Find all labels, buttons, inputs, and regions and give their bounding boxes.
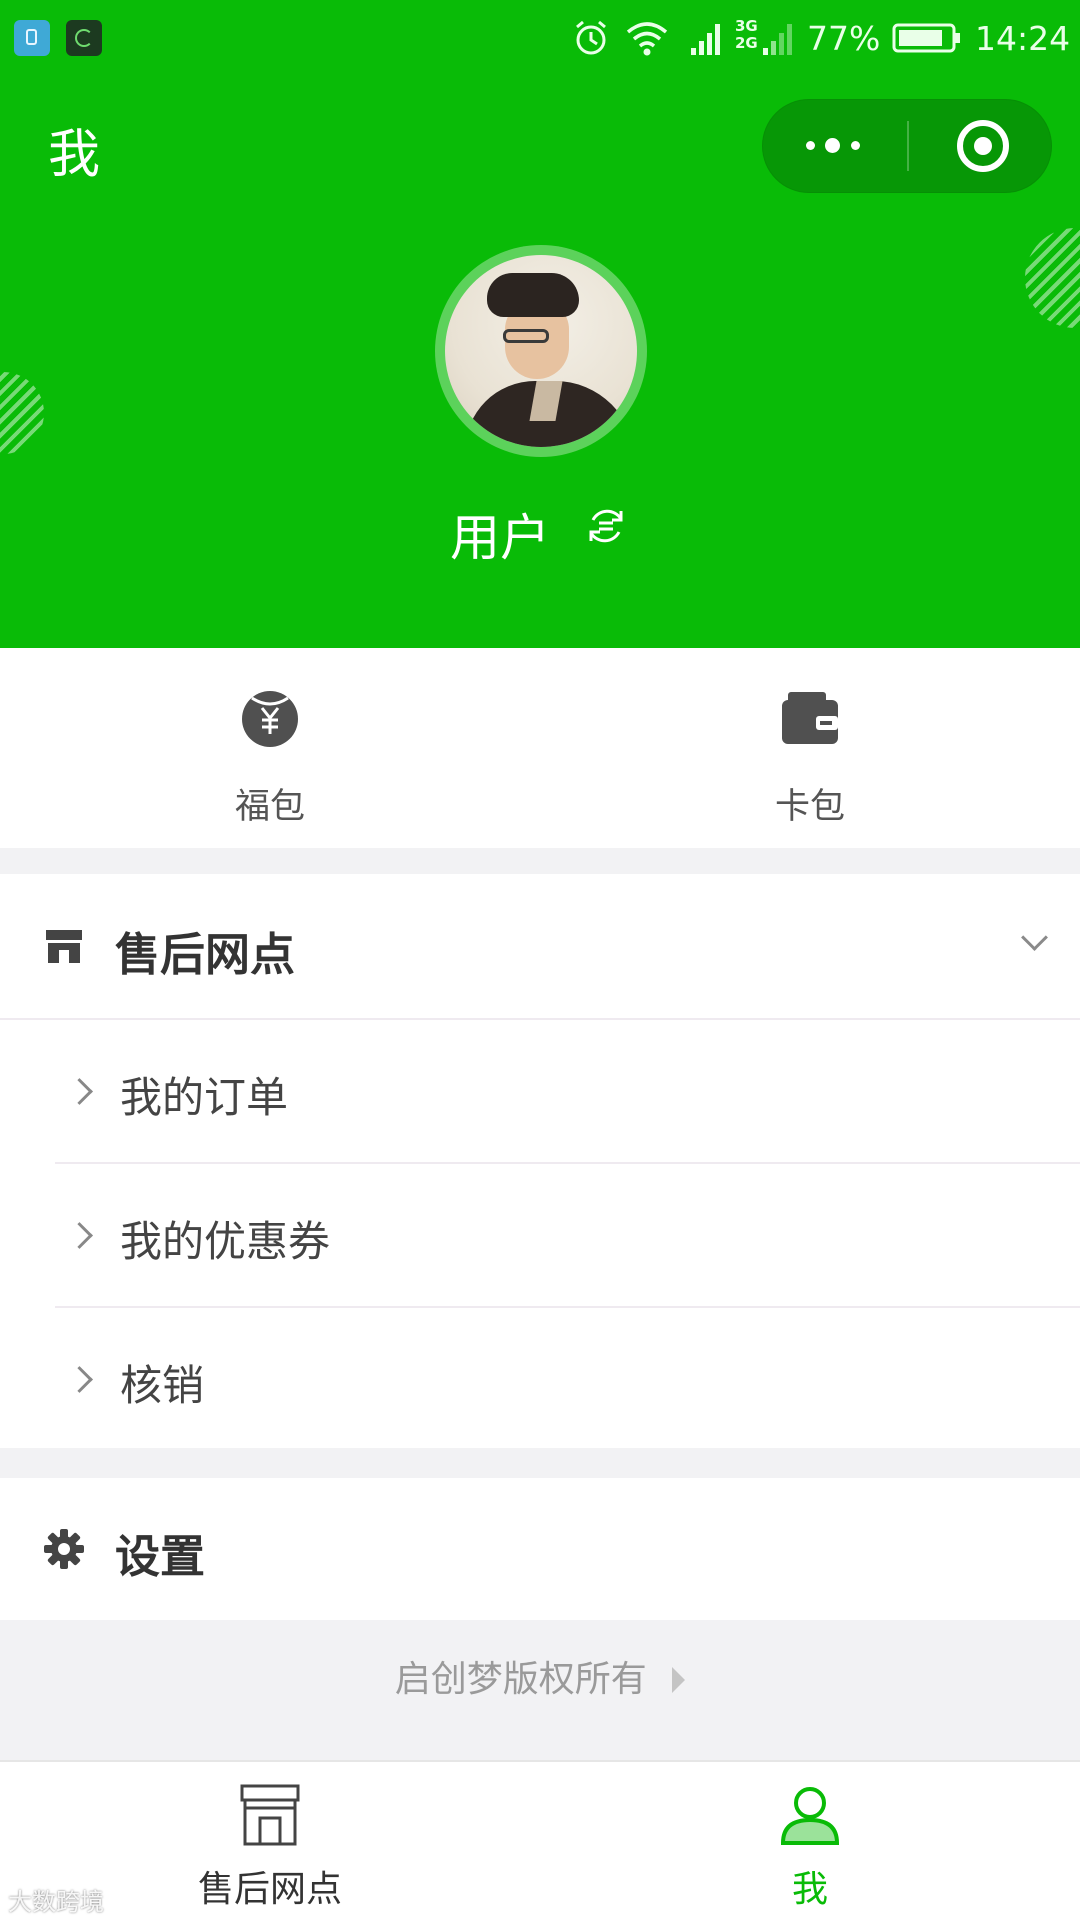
red-packet-icon — [242, 691, 298, 747]
decorative-circle — [1025, 228, 1080, 328]
close-miniprogram-button[interactable] — [909, 99, 1052, 193]
play-arrow-icon — [672, 1667, 686, 1693]
battery-percent: 77% — [807, 19, 881, 58]
more-icon-dot-2 — [851, 141, 860, 150]
settings-title: 设置 — [115, 1530, 206, 1583]
list-item-coupons[interactable]: 我的优惠券 — [0, 1164, 1080, 1306]
orders-label: 我的订单 — [120, 1073, 289, 1122]
signal-icon-2 — [763, 24, 792, 55]
verify-label: 核销 — [120, 1361, 205, 1410]
tab-me[interactable]: 我 — [540, 1762, 1080, 1922]
chevron-right-icon — [66, 1078, 93, 1105]
watermark: 大数跨境 — [8, 1888, 104, 1916]
gear-icon — [44, 1529, 84, 1569]
coupons-label: 我的优惠券 — [120, 1217, 331, 1266]
username: 用户 — [450, 509, 550, 567]
avatar-hair — [487, 273, 579, 317]
tab-me-label: 我 — [791, 1869, 828, 1910]
list-item-orders[interactable]: 我的订单 — [0, 1020, 1080, 1162]
aftersales-header[interactable]: 售后网点 — [0, 874, 1080, 1018]
chevron-right-icon — [66, 1222, 93, 1249]
decorative-circle-left — [0, 372, 44, 454]
aftersales-title: 售后网点 — [115, 928, 296, 981]
wallet-row: 福包 卡包 — [0, 648, 1080, 848]
aftersales-section: 售后网点 我的订单 我的优惠券 核销 — [0, 874, 1080, 1448]
red-packet-entry[interactable]: 福包 — [0, 648, 540, 848]
page-title: 我 — [48, 125, 101, 185]
store-icon — [46, 930, 82, 963]
battery-icon — [892, 23, 960, 53]
avatar[interactable] — [445, 255, 637, 447]
switch-account-icon[interactable] — [585, 505, 627, 547]
target-icon — [957, 120, 1009, 172]
wallet-icon — [782, 692, 838, 744]
tab-bar: 售后网点 我 — [0, 1760, 1080, 1922]
miniprogram-capsule — [762, 99, 1052, 193]
chevron-right-icon — [66, 1366, 93, 1393]
card-wallet-label: 卡包 — [774, 787, 845, 827]
settings-row[interactable]: 设置 — [0, 1478, 1080, 1620]
more-button[interactable] — [762, 99, 907, 193]
notification-app-icon — [14, 20, 50, 56]
alarm-icon — [576, 20, 606, 55]
clock: 14:24 — [975, 19, 1071, 58]
status-bar: 3G 2G 77% 14:24 — [0, 0, 1080, 78]
red-packet-label: 福包 — [234, 787, 305, 827]
notification-app-icon-2 — [66, 20, 102, 56]
more-icon-dot — [825, 138, 840, 153]
store-tab-icon — [240, 1784, 300, 1846]
wifi-icon — [626, 22, 668, 56]
list-item-verify[interactable]: 核销 — [0, 1308, 1080, 1448]
network-type: 3G 2G — [735, 17, 758, 52]
avatar-glasses — [503, 329, 549, 343]
copyright-link[interactable]: 启创梦版权所有 — [0, 1650, 1080, 1702]
more-icon — [806, 141, 815, 150]
profile-header: 3G 2G 77% 14:24 我 用户 — [0, 0, 1080, 648]
card-wallet-entry[interactable]: 卡包 — [540, 648, 1080, 848]
chevron-down-icon — [1021, 924, 1048, 951]
copyright-text: 启创梦版权所有 — [394, 1659, 647, 1700]
person-icon — [780, 1787, 840, 1845]
signal-icon — [691, 24, 720, 55]
